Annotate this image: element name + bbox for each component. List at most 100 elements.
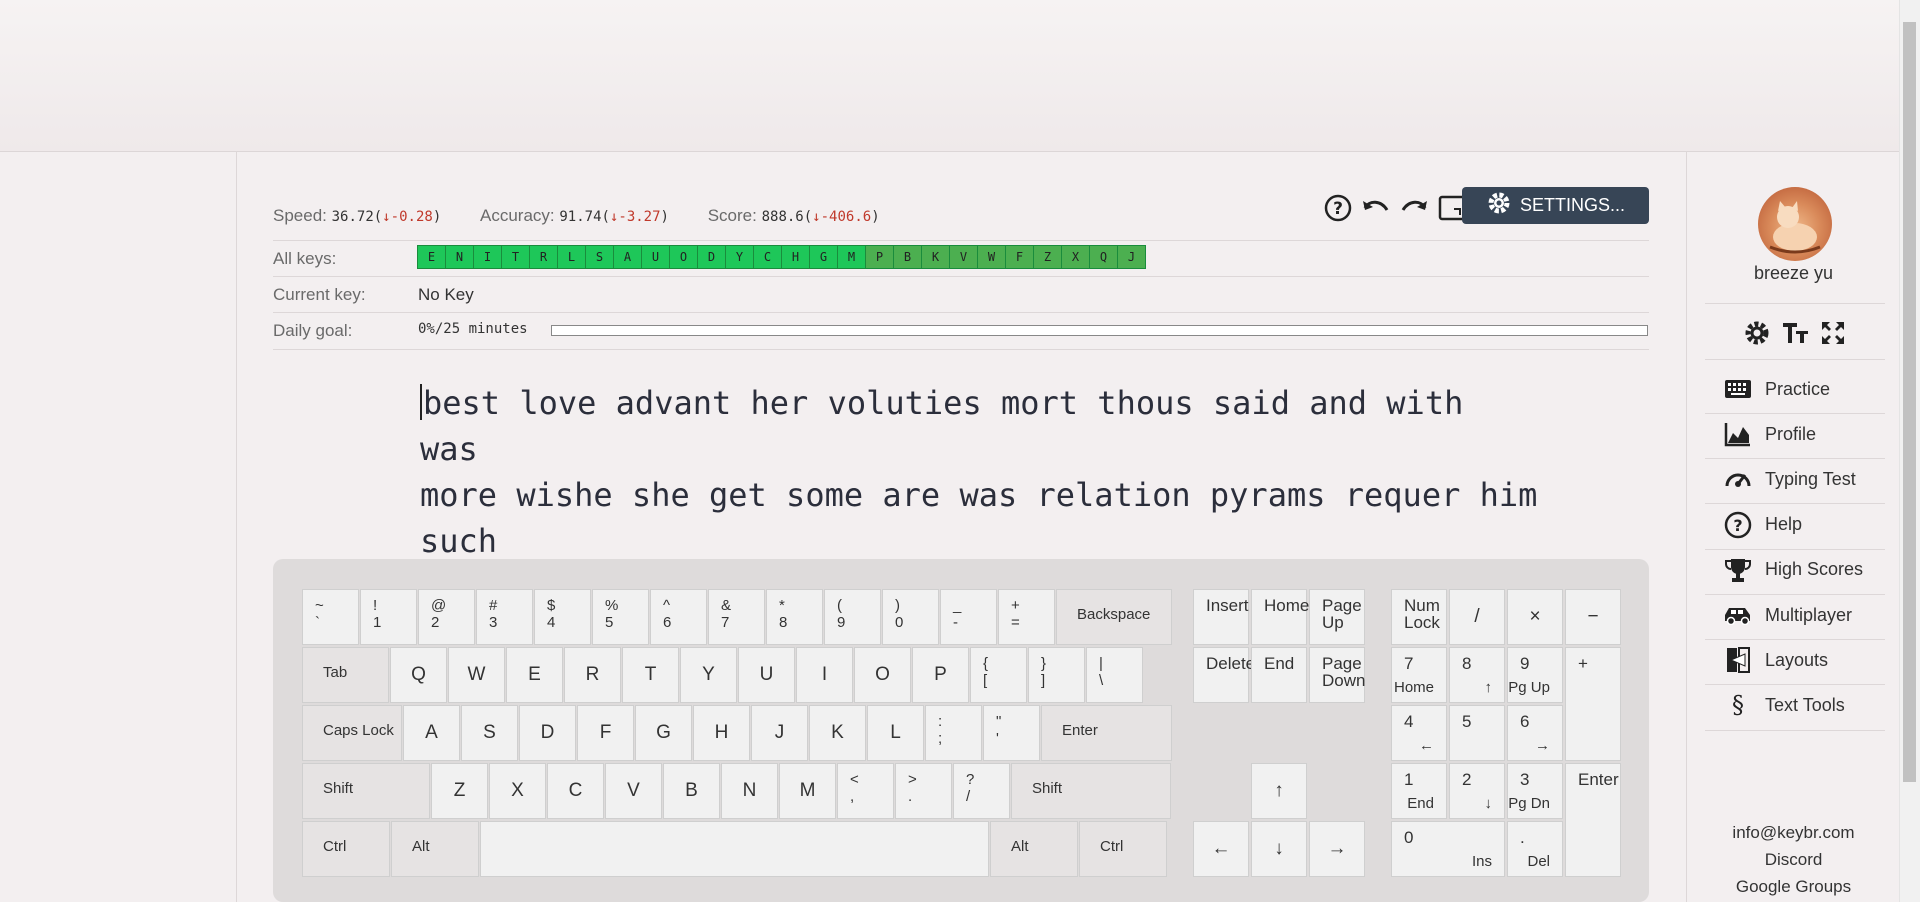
sidebar-item-multiplayer[interactable]: Multiplayer (1723, 600, 1852, 630)
numpad-plus-key[interactable]: + (1565, 647, 1621, 761)
key[interactable]: L (867, 705, 924, 761)
numpad-minus-key[interactable]: − (1565, 589, 1621, 645)
sidebar-item-layouts[interactable]: Layouts (1723, 645, 1828, 675)
key[interactable]: * 8 (766, 589, 823, 645)
typing-area[interactable]: best love advant her voluties mort thous… (420, 380, 1540, 564)
email-link[interactable]: info@keybr.com (1687, 819, 1900, 846)
sidebar-item-high-scores[interactable]: High Scores (1723, 555, 1863, 585)
help-icon[interactable]: ? (1322, 192, 1354, 224)
space-key[interactable] (480, 821, 989, 877)
key[interactable]: : ; (925, 705, 982, 761)
delete-key[interactable]: Delete (1193, 647, 1255, 703)
key[interactable]: % 5 (592, 589, 649, 645)
sidebar-item-text-tools[interactable]: § Text Tools (1723, 690, 1845, 720)
arrow-left-key[interactable]: ← (1193, 821, 1249, 877)
key[interactable]: ! 1 (360, 589, 417, 645)
scrollbar-thumb[interactable] (1903, 22, 1916, 782)
numpad-0-key[interactable]: 0 Ins (1391, 821, 1505, 877)
key[interactable]: + = (998, 589, 1055, 645)
end-key[interactable]: End (1251, 647, 1307, 703)
sidebar-item-profile[interactable]: Profile (1723, 419, 1816, 449)
key[interactable]: ^ 6 (650, 589, 707, 645)
key[interactable]: Y (680, 647, 737, 703)
key[interactable]: } ] (1028, 647, 1085, 703)
numpad-1-key[interactable]: 1 End (1391, 763, 1447, 819)
key[interactable]: U (738, 647, 795, 703)
key[interactable]: P (912, 647, 969, 703)
key[interactable]: B (663, 763, 720, 819)
numpad-2-key[interactable]: 2 ↓ (1449, 763, 1505, 819)
arrow-down-key[interactable]: ↓ (1251, 821, 1307, 877)
key[interactable]: K (809, 705, 866, 761)
key[interactable]: R (564, 647, 621, 703)
scrollbar[interactable] (1899, 0, 1920, 902)
numpad-6-key[interactable]: 6 → (1507, 705, 1563, 761)
key[interactable]: Q (390, 647, 447, 703)
key[interactable]: < , (837, 763, 894, 819)
right-shift-key[interactable]: Shift (1011, 763, 1171, 819)
numpad-divide-key[interactable]: / (1449, 589, 1505, 645)
page-up-key[interactable]: Page Up (1309, 589, 1365, 645)
arrow-up-key[interactable]: ↑ (1251, 763, 1307, 819)
key[interactable]: C (547, 763, 604, 819)
insert-key[interactable]: Insert (1193, 589, 1249, 645)
numpad-multiply-key[interactable]: × (1507, 589, 1563, 645)
num-lock-key[interactable]: Num Lock (1391, 589, 1447, 645)
settings-button[interactable]: SETTINGS... (1462, 187, 1649, 224)
numpad-5-key[interactable]: 5 (1449, 705, 1505, 761)
key[interactable]: D (519, 705, 576, 761)
numpad-4-key[interactable]: 4 ← (1391, 705, 1447, 761)
key[interactable]: Z (431, 763, 488, 819)
expand-icon[interactable] (1819, 319, 1847, 352)
page-down-key[interactable]: Page Down (1309, 647, 1365, 703)
undo-icon[interactable] (1360, 192, 1392, 224)
key[interactable]: T (622, 647, 679, 703)
key[interactable]: E (506, 647, 563, 703)
key[interactable]: V (605, 763, 662, 819)
key[interactable]: ( 9 (824, 589, 881, 645)
discord-link[interactable]: Discord (1687, 846, 1900, 873)
key[interactable]: ? / (953, 763, 1010, 819)
enter-key[interactable]: Enter (1041, 705, 1172, 761)
avatar[interactable] (1758, 187, 1832, 261)
gear-icon[interactable] (1743, 319, 1771, 352)
left-alt-key[interactable]: Alt (391, 821, 479, 877)
key[interactable]: # 3 (476, 589, 533, 645)
left-ctrl-key[interactable]: Ctrl (302, 821, 390, 877)
key[interactable]: G (635, 705, 692, 761)
sidebar-item-help[interactable]: ? Help (1723, 510, 1802, 540)
key[interactable]: O (854, 647, 911, 703)
key[interactable]: M (779, 763, 836, 819)
left-shift-key[interactable]: Shift (302, 763, 430, 819)
key[interactable]: I (796, 647, 853, 703)
key[interactable]: $ 4 (534, 589, 591, 645)
key[interactable]: { [ (970, 647, 1027, 703)
right-alt-key[interactable]: Alt (990, 821, 1078, 877)
sidebar-item-practice[interactable]: Practice (1723, 374, 1830, 404)
key[interactable]: X (489, 763, 546, 819)
key[interactable]: J (751, 705, 808, 761)
tab-key[interactable]: Tab (302, 647, 389, 703)
right-ctrl-key[interactable]: Ctrl (1079, 821, 1167, 877)
key[interactable]: _ - (940, 589, 997, 645)
key[interactable]: S (461, 705, 518, 761)
sidebar-item-typing-test[interactable]: Typing Test (1723, 464, 1856, 494)
home-key[interactable]: Home (1251, 589, 1309, 645)
key[interactable]: ~ ` (302, 589, 359, 645)
key[interactable]: > . (895, 763, 952, 819)
username[interactable]: breeze yu (1687, 263, 1900, 284)
key[interactable]: N (721, 763, 778, 819)
key[interactable]: | \ (1086, 647, 1143, 703)
numpad-decimal-key[interactable]: . Del (1507, 821, 1563, 877)
numpad-enter-key[interactable]: Enter (1565, 763, 1621, 877)
numpad-9-key[interactable]: 9 Pg Up (1507, 647, 1563, 703)
key[interactable]: A (403, 705, 460, 761)
key[interactable]: & 7 (708, 589, 765, 645)
key[interactable]: F (577, 705, 634, 761)
key[interactable]: @ 2 (418, 589, 475, 645)
numpad-3-key[interactable]: 3 Pg Dn (1507, 763, 1563, 819)
numpad-7-key[interactable]: 7 Home (1391, 647, 1447, 703)
key[interactable]: ) 0 (882, 589, 939, 645)
redo-icon[interactable] (1398, 192, 1430, 224)
key[interactable]: H (693, 705, 750, 761)
